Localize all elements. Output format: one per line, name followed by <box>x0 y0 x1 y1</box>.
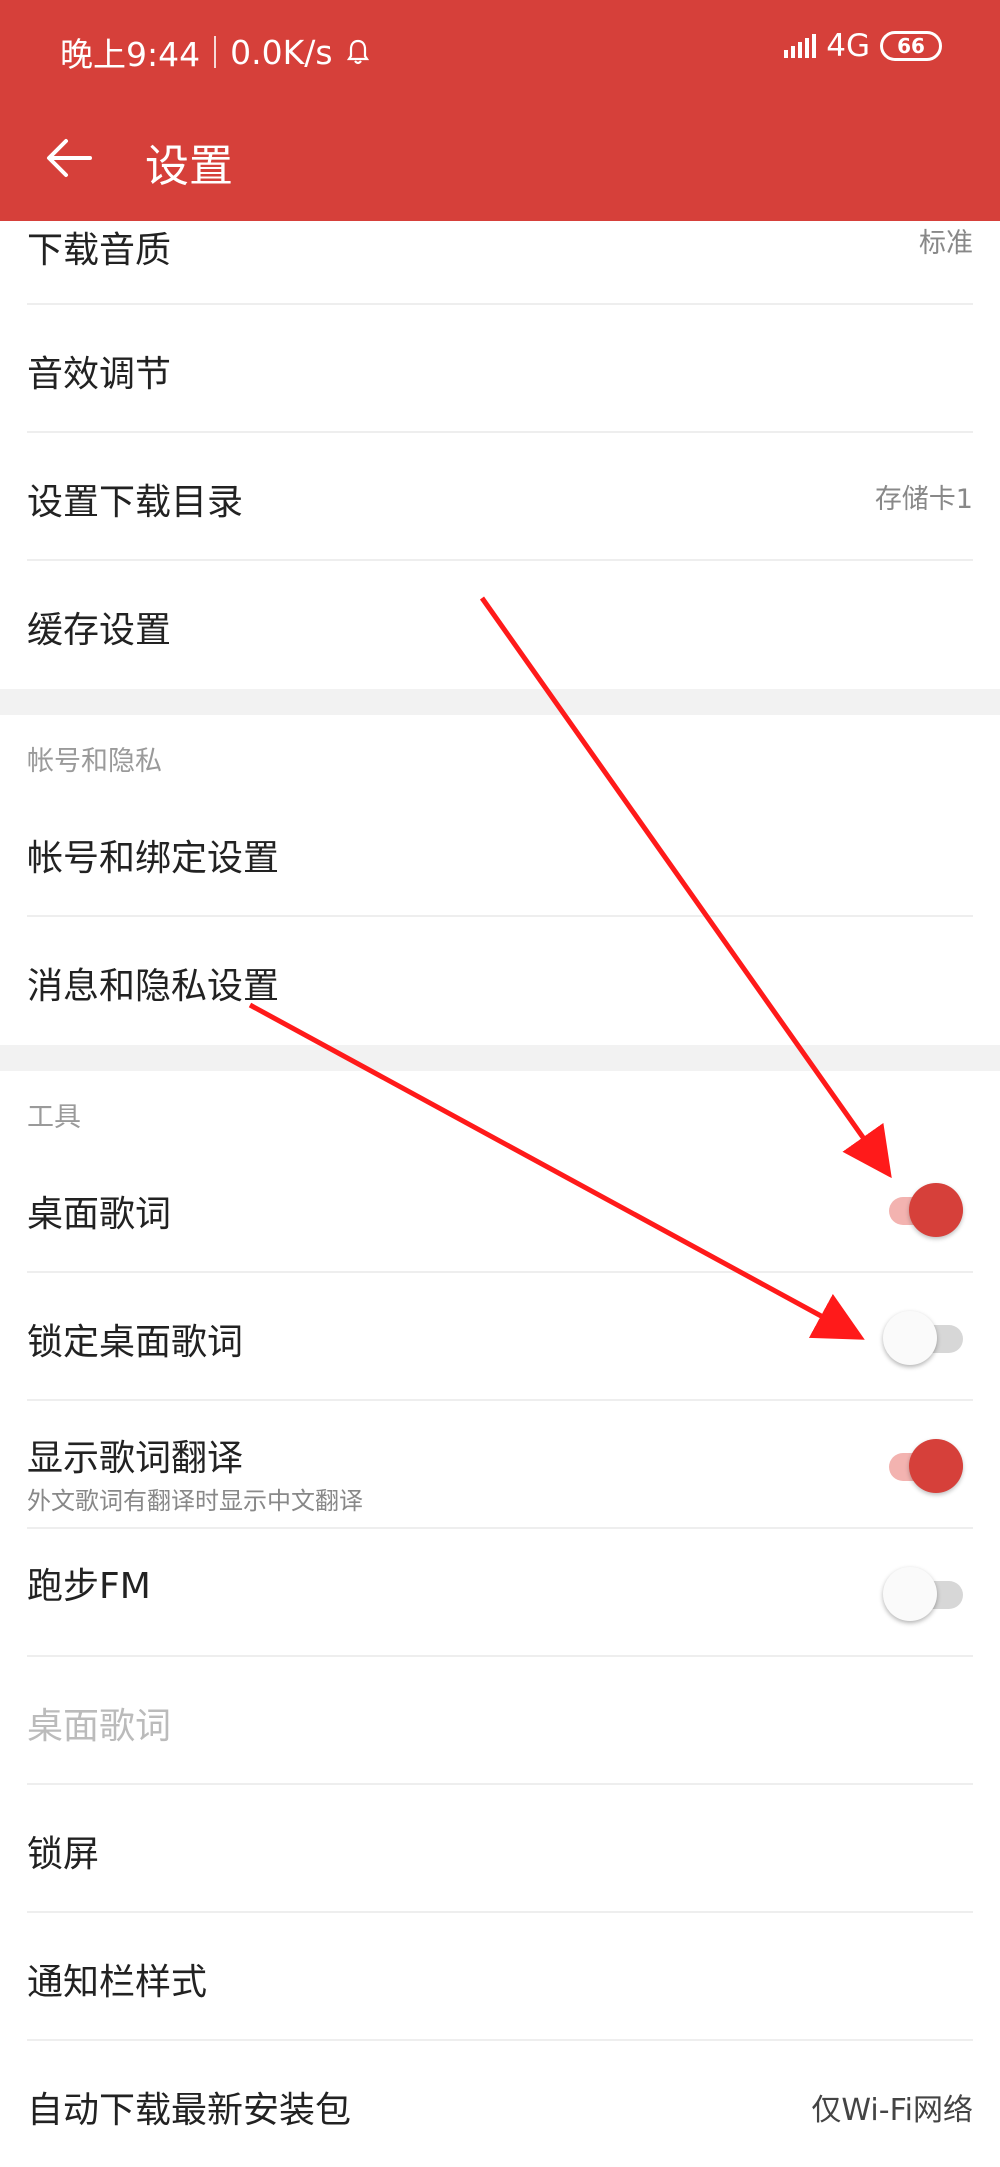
setting-message-privacy[interactable]: 消息和隐私设置 <box>27 917 973 1045</box>
setting-label: 显示歌词翻译 <box>27 1438 244 1479</box>
setting-label: 锁屏 <box>27 1834 100 1875</box>
setting-label: 通知栏样式 <box>27 1962 208 2003</box>
section-title: 帐号和隐私 <box>27 746 162 777</box>
setting-desktop-widget[interactable]: 桌面歌词 <box>27 1657 973 1785</box>
section-header-tools: 工具 <box>27 1071 973 1145</box>
setting-label: 桌面歌词 <box>27 1194 172 1235</box>
setting-label: 自动下载最新安装包 <box>27 2090 352 2131</box>
battery-level: 66 <box>897 34 925 58</box>
setting-sound-effects[interactable]: 音效调节 <box>27 305 973 433</box>
network-type: 4G <box>826 28 870 64</box>
setting-cache[interactable]: 缓存设置 <box>27 561 973 689</box>
lyrics-translation-toggle[interactable] <box>883 1439 963 1493</box>
setting-label: 设置下载目录 <box>27 482 244 523</box>
setting-value: 标准 <box>919 228 973 259</box>
section-title: 工具 <box>27 1102 81 1133</box>
section-divider <box>0 1045 1000 1071</box>
setting-label: 跑步FM <box>27 1566 151 1607</box>
setting-lyrics-translation[interactable]: 显示歌词翻译 外文歌词有翻译时显示中文翻译 <box>27 1401 973 1529</box>
status-separator <box>214 36 217 68</box>
setting-download-quality[interactable]: 下载音质 标准 <box>27 221 973 305</box>
setting-desktop-lyrics[interactable]: 桌面歌词 <box>27 1145 973 1273</box>
desktop-lyrics-toggle[interactable] <box>883 1183 963 1237</box>
bell-icon <box>346 39 369 65</box>
setting-download-directory[interactable]: 设置下载目录 存储卡1 <box>27 433 973 561</box>
setting-notification-style[interactable]: 通知栏样式 <box>27 1913 973 2041</box>
setting-account-binding[interactable]: 帐号和绑定设置 <box>27 789 973 917</box>
setting-lock-screen[interactable]: 锁屏 <box>27 1785 973 1913</box>
setting-label: 缓存设置 <box>27 610 172 651</box>
settings-list: 下载音质 标准 音效调节 设置下载目录 存储卡1 缓存设置 帐号和隐私 帐号和绑… <box>0 221 1000 2167</box>
status-left: 晚上9:44 0.0K/s <box>60 28 369 76</box>
setting-label: 帐号和绑定设置 <box>27 838 280 879</box>
setting-value: 存储卡1 <box>874 484 973 515</box>
status-bar: 晚上9:44 0.0K/s 4G 66 <box>0 0 1000 96</box>
setting-sublabel: 外文歌词有翻译时显示中文翻译 <box>27 1487 363 1515</box>
setting-running-fm[interactable]: 跑步FM <box>27 1529 973 1657</box>
section-divider <box>0 689 1000 715</box>
battery-icon: 66 <box>880 31 942 61</box>
setting-label: 音效调节 <box>27 354 172 395</box>
status-time: 晚上9:44 <box>60 35 201 74</box>
status-speed: 0.0K/s <box>230 32 333 72</box>
setting-value: 仅Wi-Fi网络 <box>811 2093 973 2128</box>
setting-label: 锁定桌面歌词 <box>27 1322 244 1363</box>
setting-label: 消息和隐私设置 <box>27 966 280 1007</box>
section-header-account: 帐号和隐私 <box>27 715 973 789</box>
page-title: 设置 <box>145 141 233 192</box>
signal-icon <box>784 34 817 58</box>
setting-lock-desktop-lyrics[interactable]: 锁定桌面歌词 <box>27 1273 973 1401</box>
setting-auto-download[interactable]: 自动下载最新安装包 仅Wi-Fi网络 <box>27 2041 973 2167</box>
back-arrow-icon[interactable] <box>42 130 98 186</box>
running-fm-toggle[interactable] <box>883 1567 963 1621</box>
status-right: 4G 66 <box>784 28 942 64</box>
app-bar: 设置 <box>0 96 1000 221</box>
setting-label: 桌面歌词 <box>27 1706 172 1747</box>
lock-desktop-lyrics-toggle[interactable] <box>883 1311 963 1365</box>
setting-label: 下载音质 <box>27 230 172 271</box>
